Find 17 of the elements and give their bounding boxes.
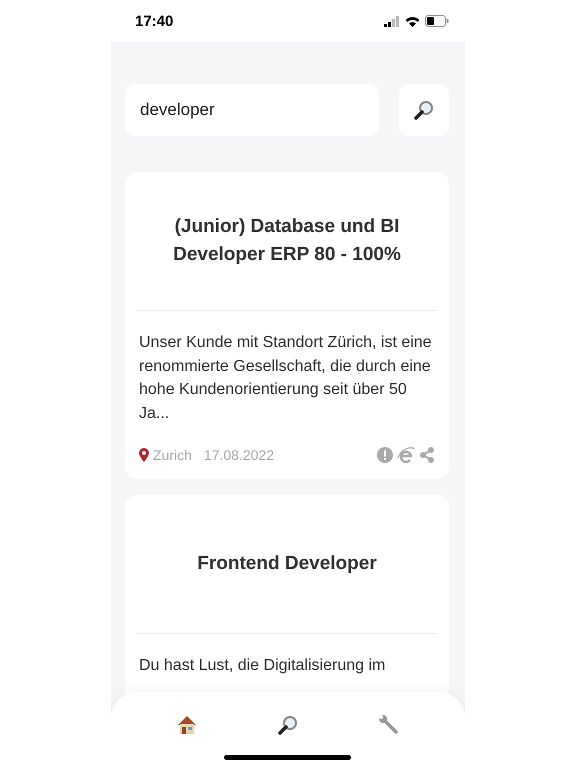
job-title[interactable]: Frontend Developer — [137, 495, 437, 634]
browser-icon[interactable] — [397, 446, 415, 464]
job-description: Du hast Lust, die Digitalisierung im — [138, 656, 386, 676]
job-title[interactable]: (Junior) Database und BI Developer ERP 80 - 100% — [137, 172, 437, 311]
clock: 17:40 — [135, 12, 174, 30]
search-icon — [413, 99, 435, 121]
battery-icon — [425, 15, 449, 27]
job-location: Zurich — [153, 447, 192, 463]
job-description: Unser Kunde mit Standort Zürich, ist eine renommierte Gesellschaft, die durch eine hohe Kundenorientierung seit über 50 Ja... — [138, 333, 433, 424]
wifi-icon — [405, 16, 420, 26]
report-icon[interactable] — [377, 447, 393, 463]
search-field[interactable]: developer — [125, 84, 379, 136]
search-button[interactable] — [399, 84, 449, 136]
job-date: 17.08.2022 — [204, 447, 274, 463]
signal-icon — [384, 16, 400, 26]
share-icon[interactable] — [419, 447, 435, 463]
location-pin-icon — [139, 448, 149, 462]
